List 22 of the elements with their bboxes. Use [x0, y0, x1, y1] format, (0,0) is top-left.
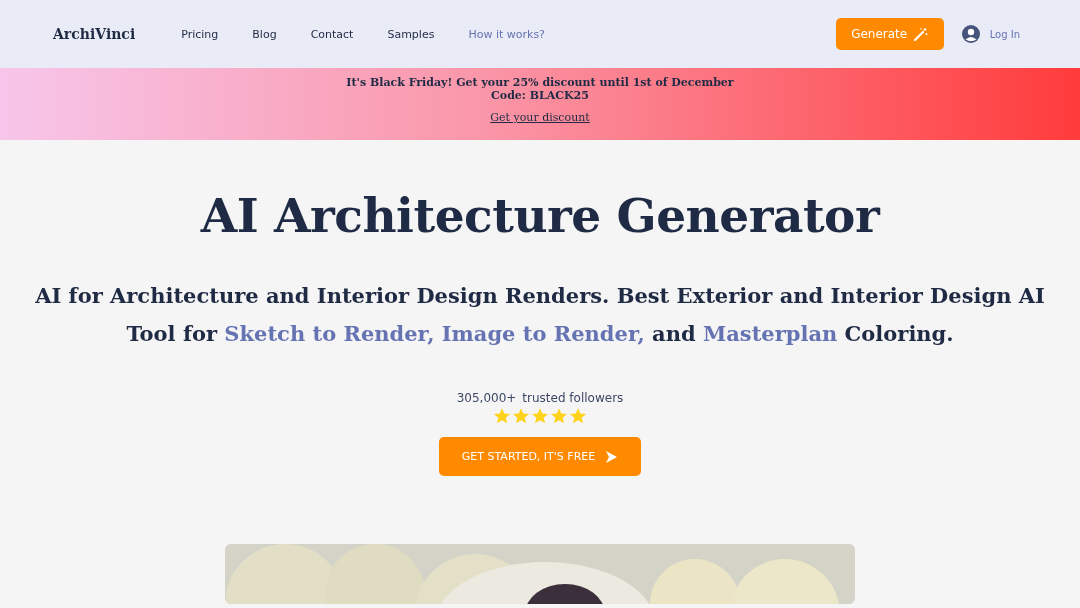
followers-count: 305,000+: [456, 391, 517, 405]
star-icon: [493, 407, 511, 425]
logo[interactable]: ArchiVinci: [53, 26, 136, 42]
star-icon: [550, 407, 568, 425]
nav-link[interactable]: Blog: [246, 27, 283, 41]
nav-link[interactable]: Contact: [304, 27, 360, 41]
nav-link[interactable]: Samples: [381, 27, 441, 41]
page-title: AI Architecture Generator: [200, 188, 880, 243]
subtitle: AI for Architecture and Interior Design Renders. Best Exterior and Interior Design AI Tool for Sketch to Render, Image to Render, and Masterplan Coloring.: [35, 282, 1045, 348]
promo-text: Code: BLACK25: [491, 89, 589, 102]
star-icon: [569, 407, 587, 425]
star-icon: [512, 407, 530, 425]
nav-link[interactable]: Pricing: [175, 27, 225, 41]
nav-link[interactable]: How it works?: [462, 27, 551, 41]
login-link[interactable]: Log In: [989, 28, 1020, 40]
magic-wand-icon: [914, 27, 929, 41]
discount-link[interactable]: Get your discount: [490, 111, 590, 124]
followers-label: trusted followers: [522, 391, 624, 405]
user-avatar-icon[interactable]: [961, 25, 980, 43]
send-arrow-icon: [605, 449, 619, 464]
promo-text: It's Black Friday! Get your 25% discount until 1st of December: [346, 76, 734, 89]
star-icon: [531, 407, 549, 425]
